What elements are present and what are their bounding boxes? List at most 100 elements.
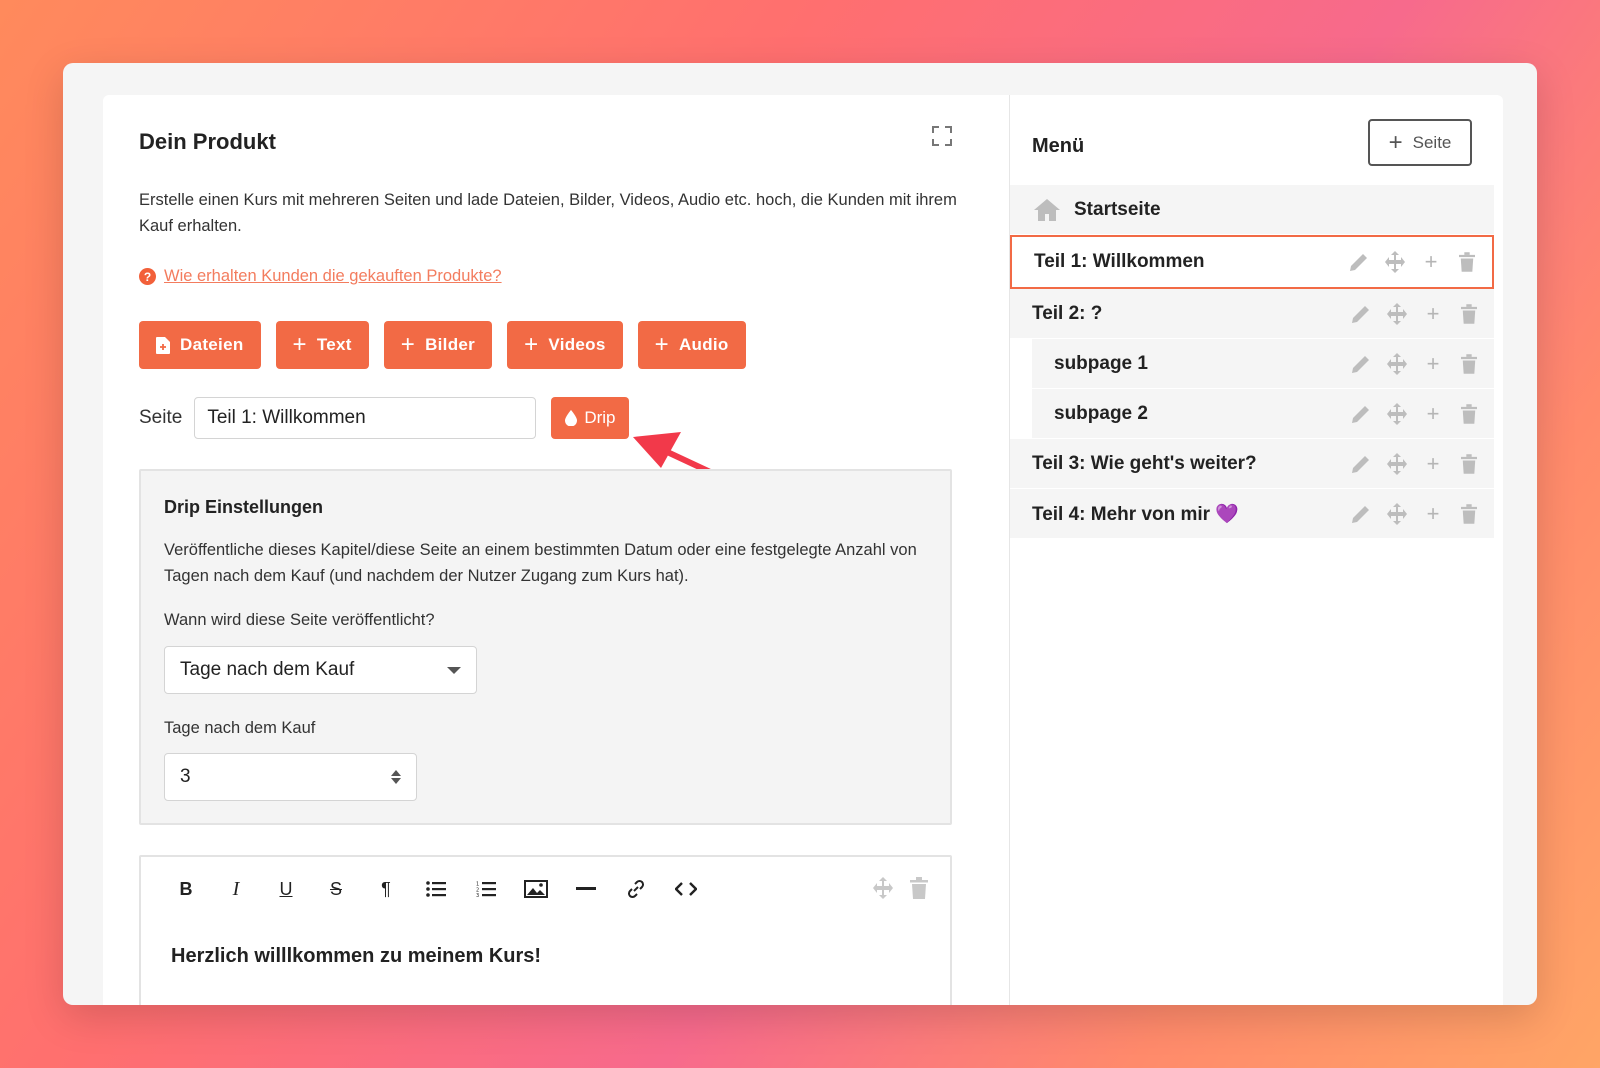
editor-content-heading[interactable]: Herzlich willlkommen zu meinem Kurs! xyxy=(171,945,541,968)
help-link[interactable]: Wie erhalten Kunden die gekauften Produk… xyxy=(164,267,502,286)
add-images-button[interactable]: + Bilder xyxy=(383,321,493,369)
add-videos-button[interactable]: + Videos xyxy=(507,321,623,369)
menu-panel: Menü + Seite Startseite Teil 1: Willkomm… xyxy=(1009,95,1503,1005)
image-icon[interactable] xyxy=(511,875,561,903)
svg-text:3: 3 xyxy=(476,893,479,897)
menu-item-label: subpage 2 xyxy=(1054,402,1148,424)
pencil-icon[interactable] xyxy=(1350,303,1372,325)
menu-item-label: Teil 2: ? xyxy=(1032,302,1103,324)
paragraph-icon[interactable]: ¶ xyxy=(361,875,411,903)
move-icon[interactable] xyxy=(1386,502,1408,525)
move-icon[interactable] xyxy=(1386,452,1408,475)
move-icon[interactable] xyxy=(1384,251,1406,273)
menu-item-actions: + xyxy=(1348,249,1478,274)
menu-title: Menü xyxy=(1032,135,1085,157)
pencil-icon[interactable] xyxy=(1350,503,1372,525)
menu-item-home-label: Startseite xyxy=(1074,198,1161,220)
page-name-label: Seite xyxy=(139,407,183,428)
days-after-purchase-label: Tage nach dem Kauf xyxy=(164,719,316,737)
menu-item-subpage-2[interactable]: subpage 2 + xyxy=(1032,389,1494,439)
pencil-icon[interactable] xyxy=(1350,353,1372,375)
menu-item-teil-4[interactable]: Teil 4: Mehr von mir 💜 + xyxy=(1010,489,1494,539)
menu-item-label: Teil 4: Mehr von mir 💜 xyxy=(1032,503,1240,525)
drip-button-label: Drip xyxy=(584,408,616,427)
plus-icon: + xyxy=(292,331,307,358)
plus-icon: + xyxy=(524,331,539,358)
plus-icon: + xyxy=(654,331,669,358)
editor-toolbar: B I U S ¶ 123 xyxy=(161,875,711,903)
trash-icon[interactable] xyxy=(1458,453,1480,475)
menu-item-teil-1[interactable]: Teil 1: Willkommen + xyxy=(1010,235,1494,289)
trash-icon[interactable] xyxy=(910,877,928,899)
menu-item-label: Teil 1: Willkommen xyxy=(1034,251,1205,272)
move-icon[interactable] xyxy=(1386,402,1408,425)
add-videos-label: Videos xyxy=(548,335,606,354)
move-icon[interactable] xyxy=(872,877,894,899)
release-mode-value: Tage nach dem Kauf xyxy=(180,659,355,680)
home-icon xyxy=(1034,198,1060,221)
drip-button[interactable]: Drip xyxy=(551,397,630,439)
add-page-button[interactable]: + Seite xyxy=(1368,119,1472,166)
add-subpage-icon[interactable]: + xyxy=(1422,501,1444,526)
days-after-purchase-input[interactable]: 3 xyxy=(164,753,417,801)
release-mode-select[interactable]: Tage nach dem Kauf xyxy=(164,646,477,694)
add-text-button[interactable]: + Text xyxy=(275,321,369,369)
add-audio-button[interactable]: + Audio xyxy=(637,321,746,369)
menu-item-label: subpage 1 xyxy=(1054,352,1148,374)
menu-item-actions: + xyxy=(1350,451,1480,476)
menu-item-actions: + xyxy=(1350,301,1480,326)
pencil-icon[interactable] xyxy=(1348,251,1370,273)
plus-icon: + xyxy=(400,331,416,358)
pencil-icon[interactable] xyxy=(1350,453,1372,475)
trash-icon[interactable] xyxy=(1456,251,1478,273)
file-icon xyxy=(156,336,170,354)
number-spinner-icon[interactable] xyxy=(391,770,401,784)
text-editor: B I U S ¶ 123 Herzlich willlkommen zu me… xyxy=(139,855,952,1005)
page-name-input[interactable]: Teil 1: Willkommen xyxy=(194,397,537,439)
menu-item-subpage-1[interactable]: subpage 1 + xyxy=(1032,339,1494,389)
horizontal-rule-icon[interactable] xyxy=(561,875,611,903)
menu-item-actions: + xyxy=(1350,401,1480,426)
menu-item-home[interactable]: Startseite xyxy=(1010,185,1494,235)
italic-icon[interactable]: I xyxy=(211,875,261,903)
menu-item-teil-3[interactable]: Teil 3: Wie geht's weiter? + xyxy=(1010,439,1494,489)
product-description: Erstelle einen Kurs mit mehreren Seiten … xyxy=(139,191,957,235)
menu-list: Startseite Teil 1: Willkommen + Teil 2: … xyxy=(1010,185,1494,539)
code-icon[interactable] xyxy=(661,875,711,903)
trash-icon[interactable] xyxy=(1458,303,1480,325)
days-value: 3 xyxy=(180,766,191,787)
page-title: Dein Produkt xyxy=(139,129,276,154)
underline-icon[interactable]: U xyxy=(261,875,311,903)
upload-button-row: Dateien + Text + Bilder + Videos + Audio xyxy=(139,321,746,369)
bullet-list-icon[interactable] xyxy=(411,875,461,903)
link-icon[interactable] xyxy=(611,875,661,903)
drop-icon xyxy=(565,410,578,426)
app-window: Dein Produkt Erstelle einen Kurs mit meh… xyxy=(63,63,1537,1005)
trash-icon[interactable] xyxy=(1458,353,1480,375)
menu-item-actions: + xyxy=(1350,351,1480,376)
add-subpage-icon[interactable]: + xyxy=(1422,301,1444,326)
plus-icon: + xyxy=(1388,128,1403,156)
move-icon[interactable] xyxy=(1386,302,1408,325)
pencil-icon[interactable] xyxy=(1350,403,1372,425)
chevron-down-icon xyxy=(447,666,461,674)
add-subpage-icon[interactable]: + xyxy=(1420,249,1442,274)
release-when-label: Wann wird diese Seite veröffentlicht? xyxy=(164,611,435,629)
add-subpage-icon[interactable]: + xyxy=(1422,401,1444,426)
trash-icon[interactable] xyxy=(1458,403,1480,425)
drip-settings-description: Veröffentliche dieses Kapitel/diese Seit… xyxy=(164,541,917,585)
drip-settings-title: Drip Einstellungen xyxy=(164,497,324,517)
files-button[interactable]: Dateien xyxy=(139,321,261,369)
numbered-list-icon[interactable]: 123 xyxy=(461,875,511,903)
bold-icon[interactable]: B xyxy=(161,875,211,903)
strikethrough-icon[interactable]: S xyxy=(311,875,361,903)
add-subpage-icon[interactable]: + xyxy=(1422,451,1444,476)
fullscreen-icon[interactable] xyxy=(931,125,953,147)
add-subpage-icon[interactable]: + xyxy=(1422,351,1444,376)
help-row: ? Wie erhalten Kunden die gekauften Prod… xyxy=(139,267,502,286)
menu-item-teil-2[interactable]: Teil 2: ? + xyxy=(1010,289,1494,339)
trash-icon[interactable] xyxy=(1458,503,1480,525)
add-page-label: Seite xyxy=(1412,132,1452,152)
move-icon[interactable] xyxy=(1386,352,1408,375)
menu-item-label: Teil 3: Wie geht's weiter? xyxy=(1032,452,1257,474)
